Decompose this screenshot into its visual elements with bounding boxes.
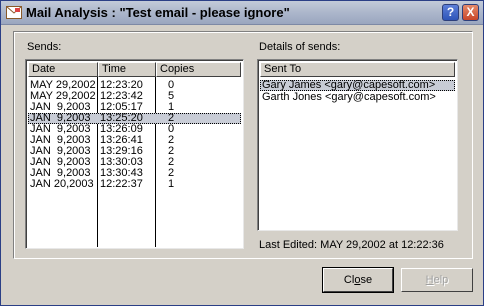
list-item[interactable]: Gary James <gary@capesoft.com> xyxy=(260,80,455,91)
help-button-text: elp xyxy=(433,274,449,286)
date-cell: JAN 20,2003 xyxy=(30,178,94,190)
close-button-text: Cl xyxy=(343,274,355,286)
sends-list[interactable]: Date Time Copies MAY 29,2002 12:23:20 0 MAY… xyxy=(25,59,244,249)
copies-cell: 1 xyxy=(168,178,175,190)
close-title-button[interactable]: X xyxy=(462,4,479,21)
column-header-date[interactable]: Date xyxy=(28,62,98,77)
content-group: Sends: Details of sends: Date Time Copie… xyxy=(13,31,473,259)
column-header-time[interactable]: Time xyxy=(98,62,156,77)
details-list[interactable]: Sent To Gary James <gary@capesoft.com> Ga… xyxy=(257,59,458,231)
help-title-button[interactable]: ? xyxy=(442,4,459,21)
window-title: Mail Analysis : "Test email - please ign… xyxy=(26,5,290,20)
last-edited-text: Last Edited: MAY 29,2002 at 12:22:36 xyxy=(259,239,444,251)
list-item[interactable]: Garth Jones <gary@capesoft.com> xyxy=(260,92,455,103)
title-bar[interactable]: Mail Analysis : "Test email - please ign… xyxy=(1,1,483,25)
details-label: Details of sends: xyxy=(259,41,341,53)
mail-analysis-window: Mail Analysis : "Test email - please ign… xyxy=(0,0,484,306)
table-row[interactable]: JAN 20,2003 12:22:37 1 xyxy=(28,179,241,190)
sends-label: Sends: xyxy=(27,41,62,53)
mail-envelope-icon xyxy=(6,6,22,19)
column-header-sent-to[interactable]: Sent To xyxy=(260,62,455,77)
help-button-accel: H xyxy=(425,274,434,286)
close-button-text-end: se xyxy=(360,274,373,286)
close-button[interactable]: Close xyxy=(322,267,394,293)
help-button[interactable]: Help xyxy=(401,268,473,292)
column-header-copies[interactable]: Copies xyxy=(156,62,241,77)
time-cell: 12:22:37 xyxy=(100,178,143,190)
